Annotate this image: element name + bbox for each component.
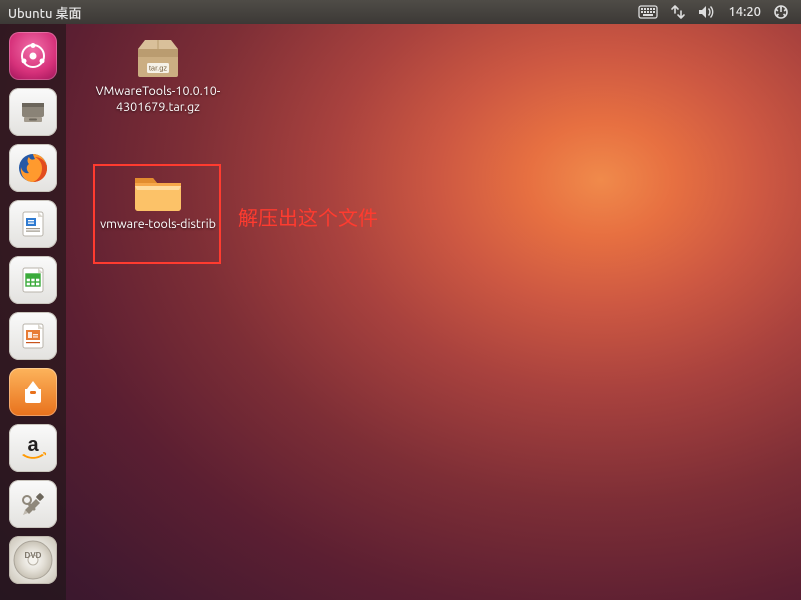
- panel-title: Ubuntu 桌面: [8, 3, 82, 22]
- launcher-amazon[interactable]: a: [7, 422, 59, 474]
- clock-indicator[interactable]: 14:20: [722, 0, 767, 24]
- annotation-text: 解压出这个文件: [238, 202, 378, 231]
- launcher-disc[interactable]: DVD: [7, 534, 59, 586]
- keyboard-indicator-icon[interactable]: [632, 0, 664, 24]
- desktop-area[interactable]: tar.gz VMwareTools-10.0.10-4301679.tar.g…: [66, 24, 801, 600]
- svg-text:tar.gz: tar.gz: [149, 64, 168, 73]
- launcher-firefox[interactable]: [7, 142, 59, 194]
- session-indicator-icon[interactable]: [767, 0, 795, 24]
- launcher-files[interactable]: [7, 86, 59, 138]
- launcher-software[interactable]: [7, 366, 59, 418]
- unity-launcher: a DVD: [0, 24, 66, 600]
- network-indicator-icon[interactable]: [664, 0, 692, 24]
- clock-text: 14:20: [728, 5, 761, 19]
- launcher-calc[interactable]: [7, 254, 59, 306]
- sound-indicator-icon[interactable]: [692, 0, 722, 24]
- launcher-dash[interactable]: [7, 30, 59, 82]
- desktop-icon-vmwaretools-archive[interactable]: tar.gz VMwareTools-10.0.10-4301679.tar.g…: [93, 37, 223, 115]
- folder-icon: [131, 168, 185, 214]
- top-panel: Ubuntu 桌面 14:20: [0, 0, 801, 24]
- desktop-wallpaper[interactable]: Ubuntu 桌面 14:20 a DVD tar.gz: [0, 0, 801, 600]
- svg-text:a: a: [27, 434, 39, 456]
- archive-icon: tar.gz: [133, 37, 183, 81]
- svg-text:DVD: DVD: [25, 551, 42, 560]
- launcher-impress[interactable]: [7, 310, 59, 362]
- desktop-icon-label: vmware-tools-distrib: [100, 217, 216, 233]
- desktop-icon-label: VMwareTools-10.0.10-4301679.tar.gz: [93, 84, 223, 115]
- desktop-icon-vmware-tools-distrib[interactable]: vmware-tools-distrib: [93, 168, 223, 233]
- launcher-writer[interactable]: [7, 198, 59, 250]
- launcher-settings[interactable]: [7, 478, 59, 530]
